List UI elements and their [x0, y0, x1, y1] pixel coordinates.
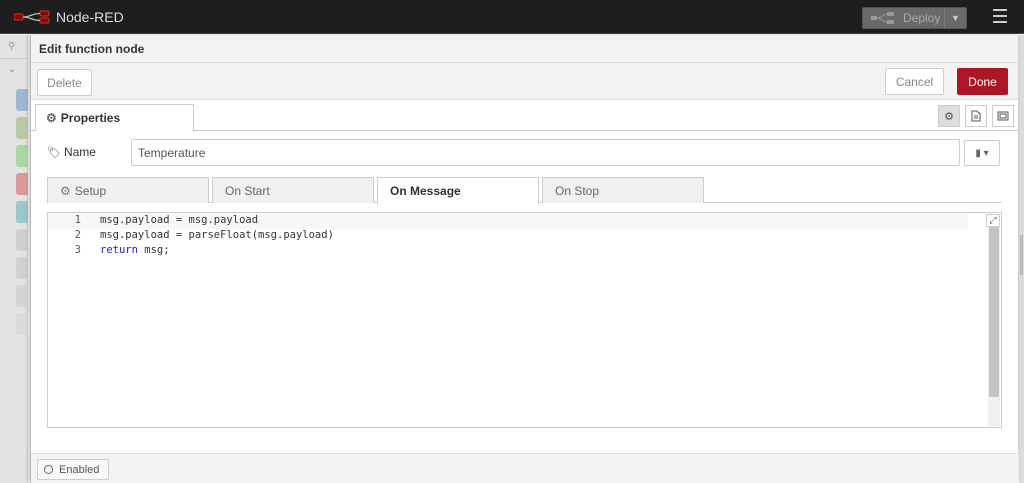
appearance-icon [997, 111, 1009, 121]
tag-icon: 🏷 [47, 147, 61, 159]
tab-properties[interactable]: ⚙ Properties [35, 104, 194, 131]
node-description-button[interactable] [965, 105, 987, 127]
scrollbar-thumb[interactable] [989, 227, 999, 397]
book-icon: ▮ ▾ [975, 147, 989, 159]
palette-node[interactable] [16, 89, 28, 111]
palette-node[interactable] [16, 117, 28, 139]
line-number: 3 [74, 244, 81, 256]
name-row: 🏷 Name Temperature ▮ ▾ [31, 139, 1019, 167]
function-code-tabs: ⚙ Setup On Start On Message On Stop [47, 177, 1002, 204]
circle-icon [44, 465, 53, 474]
tray-footer: Enabled [31, 453, 1019, 483]
code-text[interactable]: msg.payload = msg.payload [100, 214, 258, 226]
code-text[interactable]: return msg; [100, 244, 170, 256]
deploy-button[interactable]: Deploy ▼ [862, 7, 967, 29]
tab-on-message-label: On Message [390, 184, 461, 198]
expand-editor-button[interactable]: ⤢ [986, 214, 1000, 227]
tray-body: ⚙Properties ⚙ 🏷Name Temperature ▮ ▾ ⚙ [31, 101, 1019, 453]
enabled-label: Enabled [59, 463, 100, 476]
app-title: Node-RED [56, 8, 124, 25]
cancel-button[interactable]: Cancel [885, 68, 944, 95]
tab-on-start-label: On Start [225, 184, 270, 198]
tab-on-message[interactable]: On Message [377, 177, 539, 204]
chevron-down-icon[interactable]: ⌄ [0, 59, 27, 83]
cog-icon: ⚙ [944, 110, 954, 123]
code-keyword: return [100, 244, 138, 256]
tab-setup[interactable]: ⚙ Setup [47, 177, 209, 203]
tab-on-stop[interactable]: On Stop [542, 177, 704, 203]
library-button[interactable]: ▮ ▾ [964, 140, 1000, 166]
deploy-icon [871, 12, 894, 24]
properties-tab-bar: ⚙ Properties ⚙ [31, 101, 1019, 131]
node-palette: ⚲ ⌄ [0, 35, 28, 483]
sidebar-resize-handle[interactable] [1020, 235, 1023, 275]
cog-icon: ⚙ [46, 111, 57, 125]
editor-scrollbar[interactable] [988, 227, 1000, 426]
deploy-label: Deploy [903, 11, 941, 25]
line-number: 1 [74, 214, 81, 226]
line-number: 2 [74, 229, 81, 241]
tab-setup-label: Setup [74, 184, 107, 198]
palette-node[interactable] [16, 313, 28, 335]
deploy-options-button[interactable]: ▼ [944, 8, 966, 28]
node-properties-button[interactable]: ⚙ [938, 105, 960, 127]
code-text[interactable]: msg.payload = parseFloat(msg.payload) [100, 229, 334, 241]
code-line[interactable]: 2 msg.payload = parseFloat(msg.payload) [48, 229, 968, 244]
edit-tray: Edit function node Delete Cancel Done ⚙ P… [30, 35, 1019, 483]
palette-search-icon[interactable]: ⚲ [0, 35, 27, 59]
hamburger-menu-icon[interactable] [986, 9, 1014, 25]
file-icon [971, 110, 981, 122]
code-line[interactable]: 3 return msg; [48, 244, 968, 259]
enabled-toggle[interactable]: Enabled [37, 459, 109, 480]
app-header: Node-RED Deploy ▼ [0, 0, 1024, 34]
done-button[interactable]: Done [957, 68, 1008, 95]
caret-down-icon: ▼ [951, 13, 960, 23]
node-red-logo-icon [14, 10, 50, 23]
tab-on-stop-label: On Stop [555, 184, 600, 198]
palette-node[interactable] [16, 285, 28, 307]
name-label: 🏷 Name [47, 145, 96, 159]
palette-node[interactable] [16, 145, 28, 167]
tab-on-start[interactable]: On Start [212, 177, 374, 203]
tab-properties-label: Properties [60, 111, 121, 125]
node-red-logo [14, 10, 50, 24]
name-input[interactable]: Temperature [131, 139, 960, 166]
palette-node[interactable] [16, 257, 28, 279]
expand-icon: ⤢ [989, 215, 997, 225]
palette-node[interactable] [16, 201, 28, 223]
code-editor[interactable]: 1 msg.payload = msg.payload 2 msg.payloa… [47, 212, 1002, 428]
name-label-text: Name [63, 145, 96, 159]
tray-toolbar: Delete Cancel Done [31, 63, 1018, 100]
cog-icon: ⚙ [60, 184, 71, 198]
palette-node[interactable] [16, 173, 28, 195]
code-rest: msg; [137, 244, 170, 256]
tray-title: Edit function node [31, 35, 1018, 63]
code-line[interactable]: 1 msg.payload = msg.payload [48, 214, 968, 229]
node-appearance-button[interactable] [992, 105, 1014, 127]
delete-button[interactable]: Delete [37, 69, 92, 96]
palette-node[interactable] [16, 229, 28, 251]
